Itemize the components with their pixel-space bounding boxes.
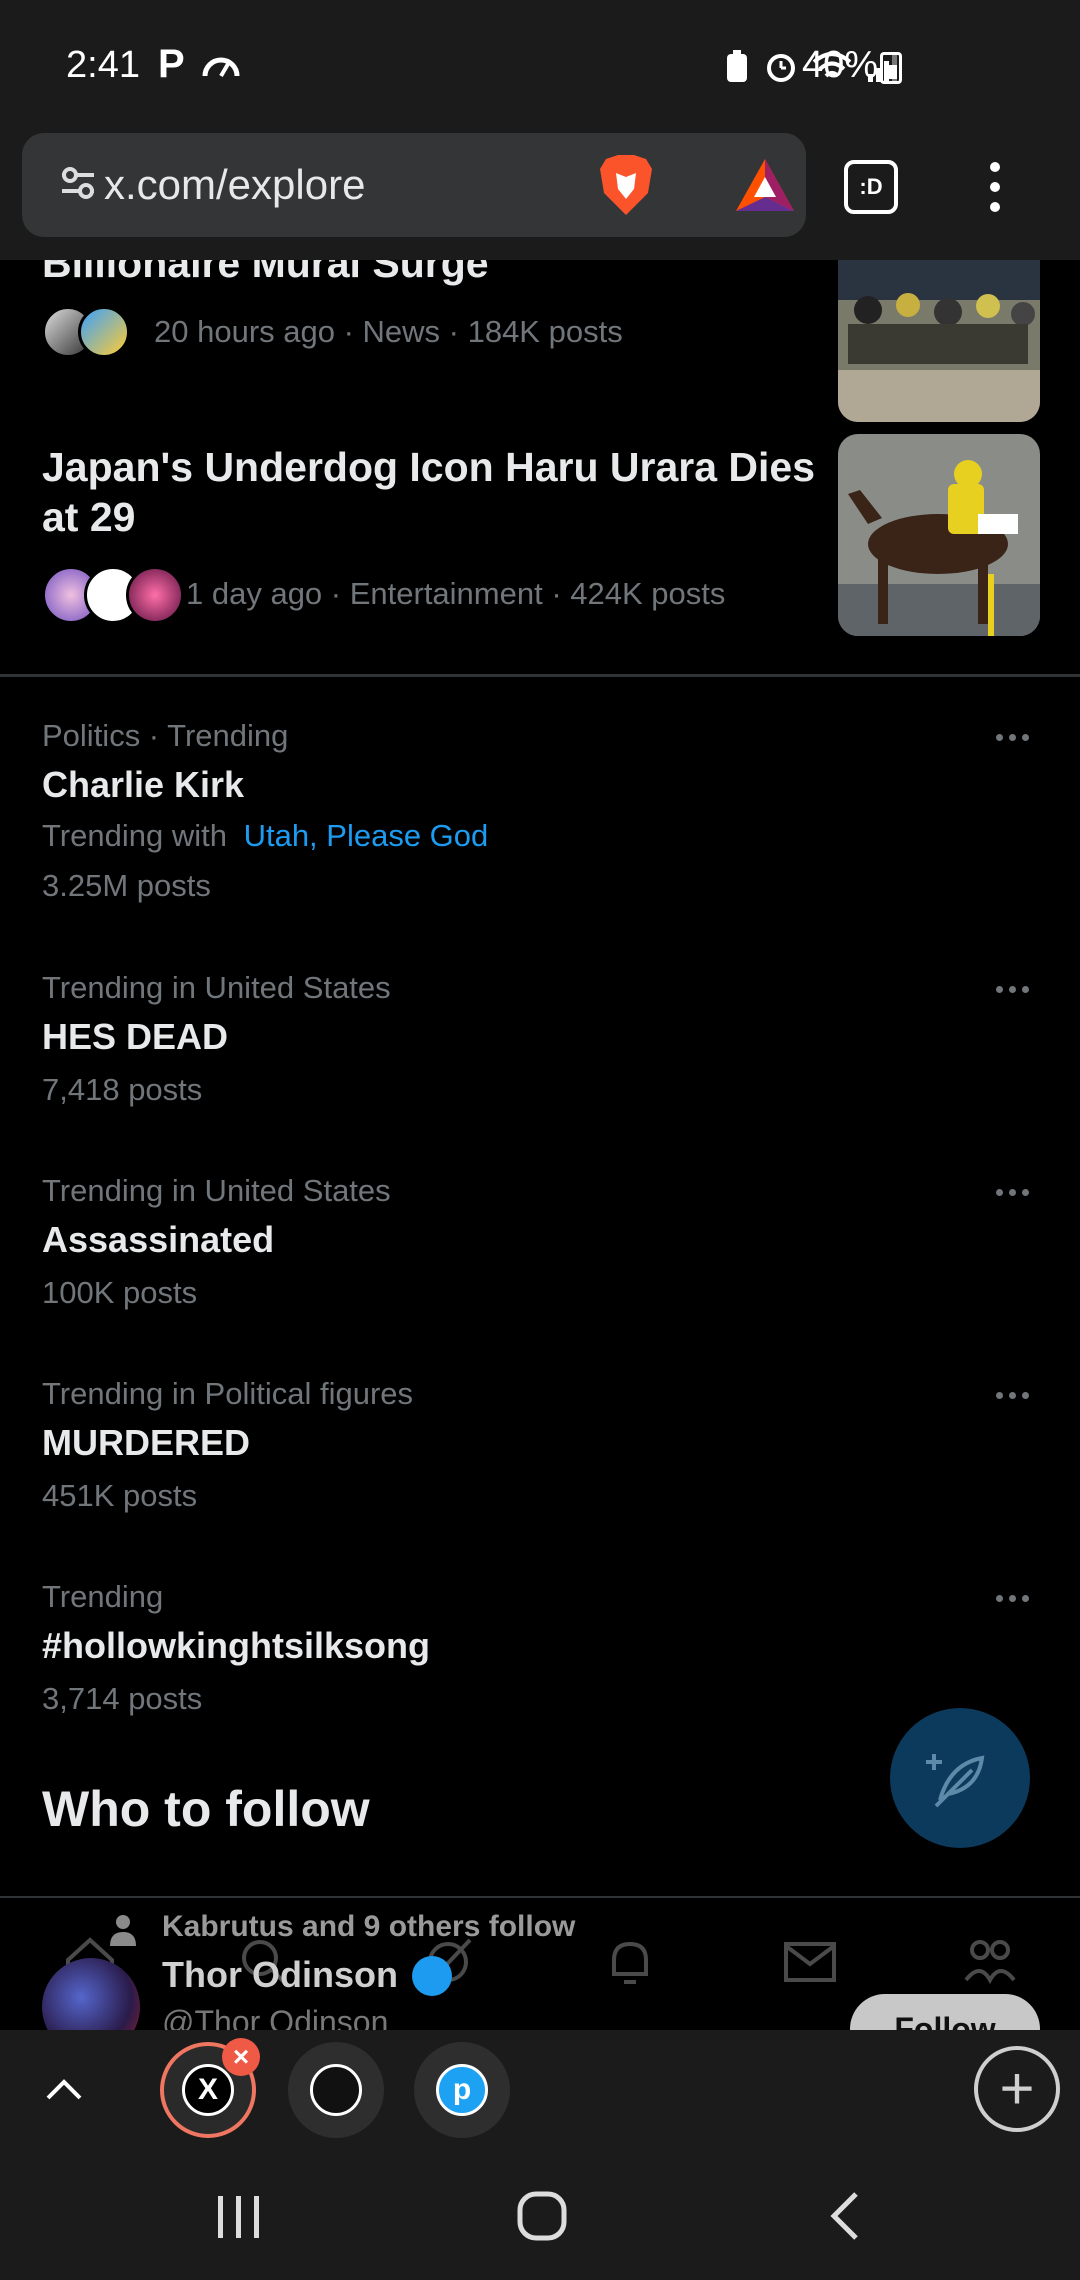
trending-with: Trending with Utah, Please God	[42, 818, 488, 854]
trend-name: HES DEAD	[42, 1016, 229, 1057]
news-item[interactable]: Japan's Underdog Icon Haru Urara Dies at…	[0, 430, 1080, 650]
close-tab-icon[interactable]: ×	[222, 2038, 260, 2076]
address-bar[interactable]: x.com/explore	[22, 133, 806, 237]
browser-toolbar: x.com/explore :D	[0, 130, 1080, 260]
back-icon[interactable]	[826, 2190, 866, 2242]
new-tab-button[interactable]: +	[974, 2046, 1060, 2132]
news-avatars	[42, 306, 130, 358]
trend-name: #hollowkinghtsilksong	[42, 1625, 431, 1666]
trend-context: Trending	[42, 1579, 164, 1614]
tab-2[interactable]	[288, 2042, 384, 2138]
communities-icon[interactable]	[962, 1934, 1018, 1990]
more-icon[interactable]	[996, 734, 1029, 741]
trend-item[interactable]: Trending #hollowkinghtsilksong 3,714 pos…	[0, 1579, 1080, 1729]
x-logo-icon: X	[182, 2064, 234, 2116]
trend-count: 3,714 posts	[42, 1681, 203, 1716]
trend-context: Trending in Political figures	[42, 1376, 414, 1411]
trend-name: Assassinated	[42, 1219, 275, 1260]
trend-item[interactable]: Trending in United States Assassinated 1…	[0, 1173, 1080, 1323]
status-time: 2:41	[66, 44, 140, 86]
news-thumbnail	[838, 434, 1040, 636]
trend-count: 100K posts	[42, 1275, 198, 1310]
site-settings-icon[interactable]	[58, 163, 98, 203]
who-to-follow-card[interactable]: Kabrutus and 9 others follow Thor Odinso…	[0, 1896, 1080, 2030]
trend-context: Politics · Trending	[42, 718, 289, 753]
trend-name: MURDERED	[42, 1422, 251, 1463]
notifications-icon[interactable]	[602, 1934, 658, 1990]
news-title: Billionaire Mural Surge	[42, 260, 489, 286]
person-icon	[110, 1915, 136, 1946]
account-handle: @Thor Odinson	[162, 2004, 389, 2030]
status-bar: 2:41 P 40%	[0, 0, 1080, 130]
battery-saver-icon	[727, 50, 747, 82]
avatar	[78, 306, 130, 358]
trend-context: Trending in United States	[42, 970, 391, 1005]
more-icon[interactable]	[996, 1595, 1029, 1602]
p-favicon-icon: p	[436, 2064, 488, 2116]
tab-3[interactable]: p	[414, 2042, 510, 2138]
news-avatars	[42, 566, 184, 624]
trend-count: 3.25M posts	[42, 868, 211, 903]
brave-rewards-icon[interactable]	[734, 157, 796, 213]
trending-with-label: Trending with	[42, 818, 227, 853]
more-icon[interactable]	[996, 1392, 1029, 1399]
trend-item[interactable]: Politics · Trending Charlie Kirk Trendin…	[0, 718, 1080, 918]
news-title: Japan's Underdog Icon Haru Urara Dies at…	[42, 444, 816, 540]
trend-name: Charlie Kirk	[42, 764, 245, 805]
url-text[interactable]: x.com/explore	[104, 161, 365, 209]
trend-count: 7,418 posts	[42, 1072, 203, 1107]
news-thumbnail	[838, 260, 1040, 422]
follow-social-context: Kabrutus and 9 others follow	[162, 1910, 576, 1943]
news-meta: 1 day ago · Entertainment · 424K posts	[186, 576, 726, 611]
avatar	[126, 566, 184, 624]
account-name[interactable]: Thor Odinson	[162, 1954, 398, 1996]
home-button-icon[interactable]	[516, 2190, 568, 2242]
compose-post-button[interactable]	[890, 1708, 1030, 1848]
trend-count: 451K posts	[42, 1478, 198, 1513]
gauge-icon	[202, 57, 240, 78]
more-icon[interactable]	[996, 986, 1029, 993]
tabs-label: :D	[859, 174, 883, 199]
system-navigation-bar	[0, 2150, 1080, 2280]
follow-button[interactable]: Follow	[850, 1994, 1040, 2030]
more-icon[interactable]	[996, 1189, 1029, 1196]
messages-icon[interactable]	[782, 1934, 838, 1990]
explore-feed: Billionaire Mural Surge 20 hours ago · N…	[0, 260, 1080, 2030]
p-notification-icon: P	[158, 42, 185, 86]
section-divider	[0, 674, 1080, 677]
compose-feather-icon	[926, 1754, 985, 1808]
trend-item[interactable]: Trending in United States HES DEAD 7,418…	[0, 970, 1080, 1120]
trend-context: Trending in United States	[42, 1173, 391, 1208]
news-meta: 20 hours ago · News · 184K posts	[154, 314, 623, 349]
tab-strip: X × p +	[0, 2030, 1080, 2150]
chevron-up-icon[interactable]	[44, 2070, 84, 2110]
tabs-button[interactable]: :D	[844, 160, 898, 214]
alarm-icon	[767, 54, 795, 82]
battery-icon	[880, 52, 902, 84]
battery-percent: 40%	[802, 44, 879, 86]
recent-apps-icon[interactable]	[214, 2194, 264, 2240]
menu-icon[interactable]	[990, 162, 1002, 214]
who-to-follow-heading: Who to follow	[42, 1781, 370, 1837]
trending-with-links[interactable]: Utah, Please God	[244, 818, 489, 853]
tab-favicon	[310, 2064, 362, 2116]
brave-shields-icon[interactable]	[596, 153, 656, 217]
verified-badge-icon	[412, 1956, 452, 1996]
trend-item[interactable]: Trending in Political figures MURDERED 4…	[0, 1376, 1080, 1526]
news-item[interactable]: Billionaire Mural Surge 20 hours ago · N…	[0, 260, 1080, 422]
